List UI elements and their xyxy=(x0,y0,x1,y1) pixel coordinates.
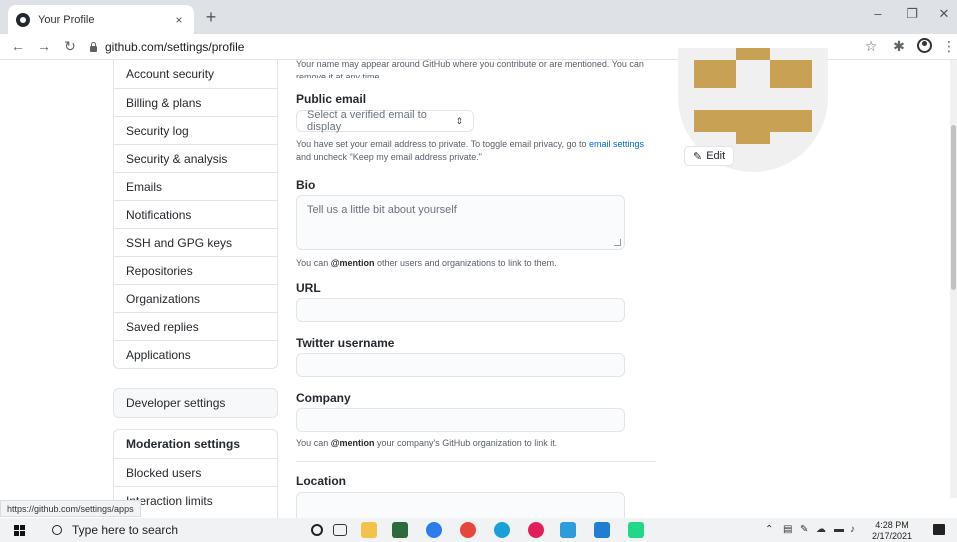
cortana-icon[interactable] xyxy=(311,524,323,536)
tray-app-icon[interactable]: ▤ xyxy=(783,524,792,535)
sidebar-item-developer-settings[interactable]: Developer settings xyxy=(114,389,277,417)
sidebar-item-security-log[interactable]: Security log xyxy=(114,116,277,144)
lock-icon xyxy=(90,42,97,52)
identicon-block xyxy=(694,60,736,88)
browser-tab-strip: Your Profile × + – ❐ ✕ xyxy=(0,0,957,34)
sidebar-item-saved-replies[interactable]: Saved replies xyxy=(114,312,277,340)
extensions-icon[interactable]: ✱ xyxy=(891,38,907,54)
email-privacy-note: You have set your email address to priva… xyxy=(296,139,645,162)
sidebar-item-repositories[interactable]: Repositories xyxy=(114,256,277,284)
bio-label: Bio xyxy=(296,178,316,192)
app-icon[interactable] xyxy=(392,522,408,538)
sidebar-item-notifications[interactable]: Notifications xyxy=(114,200,277,228)
bio-textarea[interactable]: Tell us a little bit about yourself xyxy=(296,195,625,250)
url-text: github.com/settings/profile xyxy=(105,40,245,54)
twitter-input[interactable] xyxy=(296,353,625,377)
slack-icon[interactable] xyxy=(528,522,544,538)
volume-icon[interactable]: ♪ xyxy=(850,524,855,535)
sidebar-item-security-analysis[interactable]: Security & analysis xyxy=(114,144,277,172)
taskbar-search[interactable]: Type here to search xyxy=(40,518,300,542)
company-label: Company xyxy=(296,391,351,405)
sidebar-item-blocked-users[interactable]: Blocked users xyxy=(114,458,277,486)
file-explorer-icon[interactable] xyxy=(361,522,377,538)
pycharm-icon[interactable] xyxy=(628,522,644,538)
cloud-icon[interactable]: ☁ xyxy=(816,524,826,535)
close-icon[interactable]: × xyxy=(172,13,186,27)
edit-avatar-button[interactable]: ✎ Edit xyxy=(684,146,735,166)
company-input[interactable] xyxy=(296,408,625,432)
section-divider xyxy=(296,461,656,462)
twitter-label: Twitter username xyxy=(296,336,395,350)
search-icon xyxy=(52,525,62,535)
browser-tab[interactable]: Your Profile × xyxy=(8,5,194,34)
sidebar-item-emails[interactable]: Emails xyxy=(114,172,277,200)
identicon-block xyxy=(694,110,754,132)
profile-icon[interactable] xyxy=(917,38,932,53)
window-close-icon[interactable]: ✕ xyxy=(934,6,954,22)
menu-dots-icon[interactable]: ⋮ xyxy=(941,38,957,54)
sidebar-item-billing[interactable]: Billing & plans xyxy=(114,88,277,116)
link-status-bubble: https://github.com/settings/apps xyxy=(0,500,141,517)
restore-icon[interactable]: ❐ xyxy=(902,6,922,22)
identicon-block xyxy=(736,132,770,144)
url-label: URL xyxy=(296,281,321,295)
email-settings-link[interactable]: email settings xyxy=(589,139,644,149)
public-email-label: Public email xyxy=(296,92,367,106)
developer-settings-box: Developer settings xyxy=(113,388,278,418)
tray-pen-icon[interactable]: ✎ xyxy=(800,524,808,535)
chrome-icon[interactable] xyxy=(426,522,442,538)
scrollbar-thumb[interactable] xyxy=(951,125,956,290)
vscode-icon[interactable] xyxy=(594,522,610,538)
edge-icon[interactable] xyxy=(494,522,510,538)
identicon-block xyxy=(754,110,812,132)
sidebar-item-ssh-gpg-keys[interactable]: SSH and GPG keys xyxy=(114,228,277,256)
system-clock[interactable]: 4:28 PM 2/17/2021 xyxy=(872,520,912,542)
minimize-icon[interactable]: – xyxy=(868,6,888,21)
identicon-block xyxy=(770,60,812,88)
bio-note: You can @mention other users and organiz… xyxy=(296,258,557,268)
select-caret-icon: ⇕ xyxy=(455,115,463,126)
bookmark-star-icon[interactable]: ☆ xyxy=(863,38,879,54)
location-label: Location xyxy=(296,474,346,488)
location-input[interactable] xyxy=(296,492,625,518)
battery-icon[interactable]: ▬ xyxy=(834,524,844,535)
chrome-icon-2[interactable] xyxy=(460,522,476,538)
public-email-select[interactable]: Select a verified email to display ⇕ xyxy=(296,109,474,133)
forward-arrow-icon[interactable]: → xyxy=(36,38,52,54)
task-view-icon[interactable] xyxy=(333,524,347,536)
github-icon xyxy=(16,12,30,27)
tray-chevron-icon[interactable]: ⌃ xyxy=(765,524,773,535)
name-note: Your name may appear around GitHub where… xyxy=(296,59,644,78)
pencil-icon: ✎ xyxy=(693,150,703,163)
tab-title: Your Profile xyxy=(38,13,95,26)
sidebar-item-account-security[interactable]: Account security xyxy=(114,60,277,88)
url-input[interactable] xyxy=(296,298,625,322)
sidebar-item-applications[interactable]: Applications xyxy=(114,340,277,368)
back-arrow-icon[interactable]: ← xyxy=(10,38,26,54)
sidebar-item-organizations[interactable]: Organizations xyxy=(114,284,277,312)
resize-handle-icon[interactable] xyxy=(614,239,621,246)
identicon-block xyxy=(736,48,770,60)
notification-icon[interactable] xyxy=(933,524,945,535)
windows-taskbar: Type here to search ⌃ ▤ ✎ ☁ ▬ ♪ 4:28 PM … xyxy=(0,518,957,542)
reload-icon[interactable]: ↻ xyxy=(62,38,78,54)
company-note: You can @mention your company's GitHub o… xyxy=(296,438,558,448)
settings-nav: Account security Billing & plans Securit… xyxy=(113,60,278,369)
new-tab-button[interactable]: + xyxy=(200,8,222,26)
windows-start-icon[interactable] xyxy=(14,525,25,536)
skype-icon[interactable] xyxy=(560,522,576,538)
moderation-heading: Moderation settings xyxy=(126,437,241,451)
